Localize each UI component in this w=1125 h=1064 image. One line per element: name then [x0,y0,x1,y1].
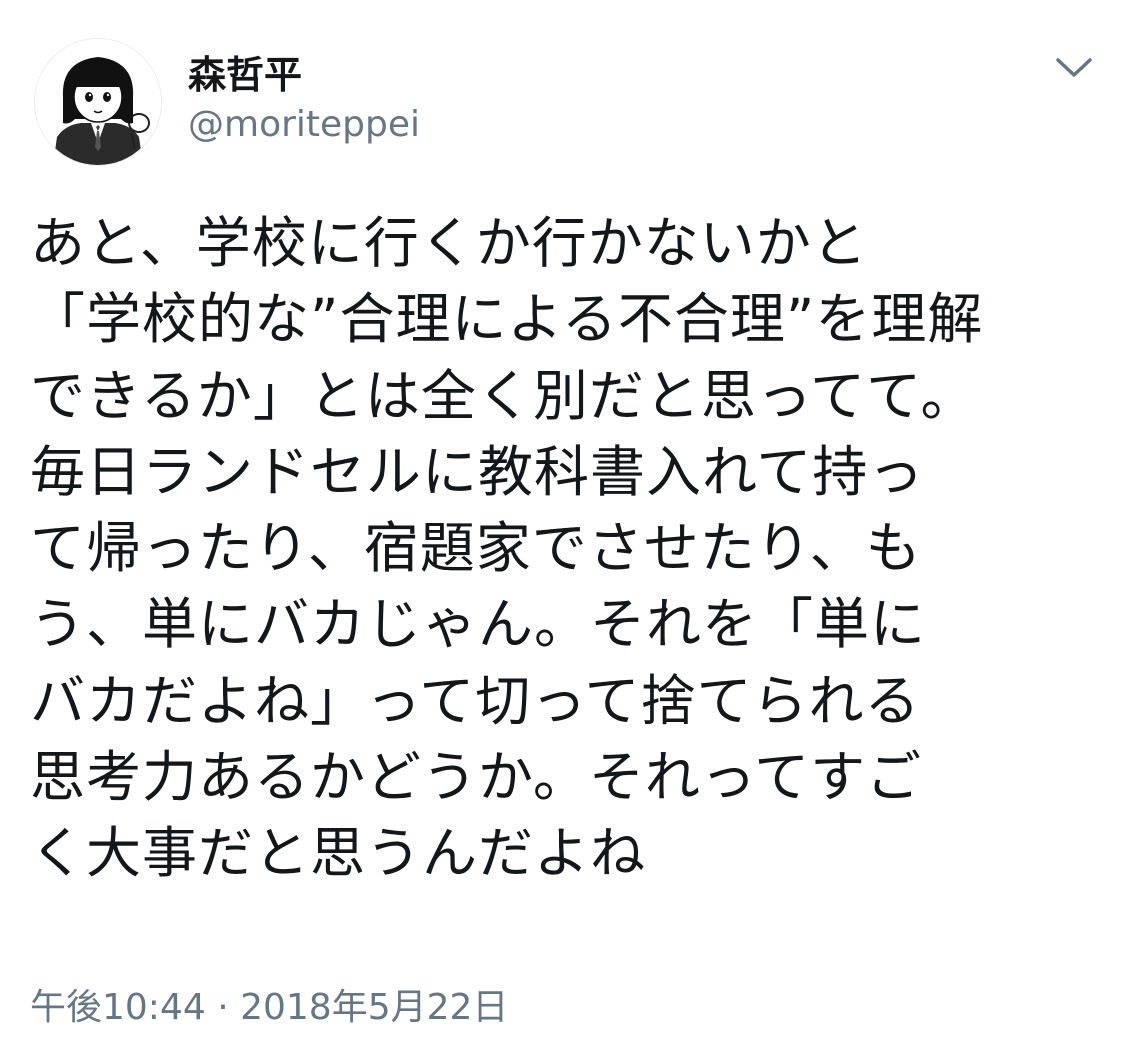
tweet-text-line: て帰ったり、宿題家でさせたり、も [30,516,922,581]
tweet-card: 森哲平 @moriteppei あと、学校に行くか行かないかと 「学校的な”合理… [0,0,1125,1064]
tweet-text-line: 毎日ランドセルに教科書入れて持っ [30,439,925,504]
tweet-text: あと、学校に行くか行かないかと 「学校的な”合理による不合理”を理解 できるか」… [30,205,1100,892]
tweet-text-line: 思考力あるかどうか。それってすご [30,745,923,810]
display-name[interactable]: 森哲平 [188,44,302,99]
tweet-text-line: く大事だと思うんだよね [30,821,647,886]
avatar-illustration [35,39,161,165]
avatar[interactable] [34,38,162,166]
tweet-text-line: バカだよね」って切って捨てられる [30,668,921,733]
tweet-text-line: あと、学校に行くか行かないかと [30,211,868,275]
tweet-text-line: う、単にバカじゃん。それを「単に [30,592,927,657]
tweet-text-line: できるか」とは全く別だと思ってて。 [30,363,977,428]
user-handle[interactable]: @moriteppei [188,104,420,145]
tweet-text-line: 「学校的な”合理による不合理”を理解 [30,287,984,352]
chevron-down-icon[interactable] [1052,50,1096,84]
tweet-timestamp[interactable]: 午後10:44 · 2018年5月22日 [30,978,508,1030]
